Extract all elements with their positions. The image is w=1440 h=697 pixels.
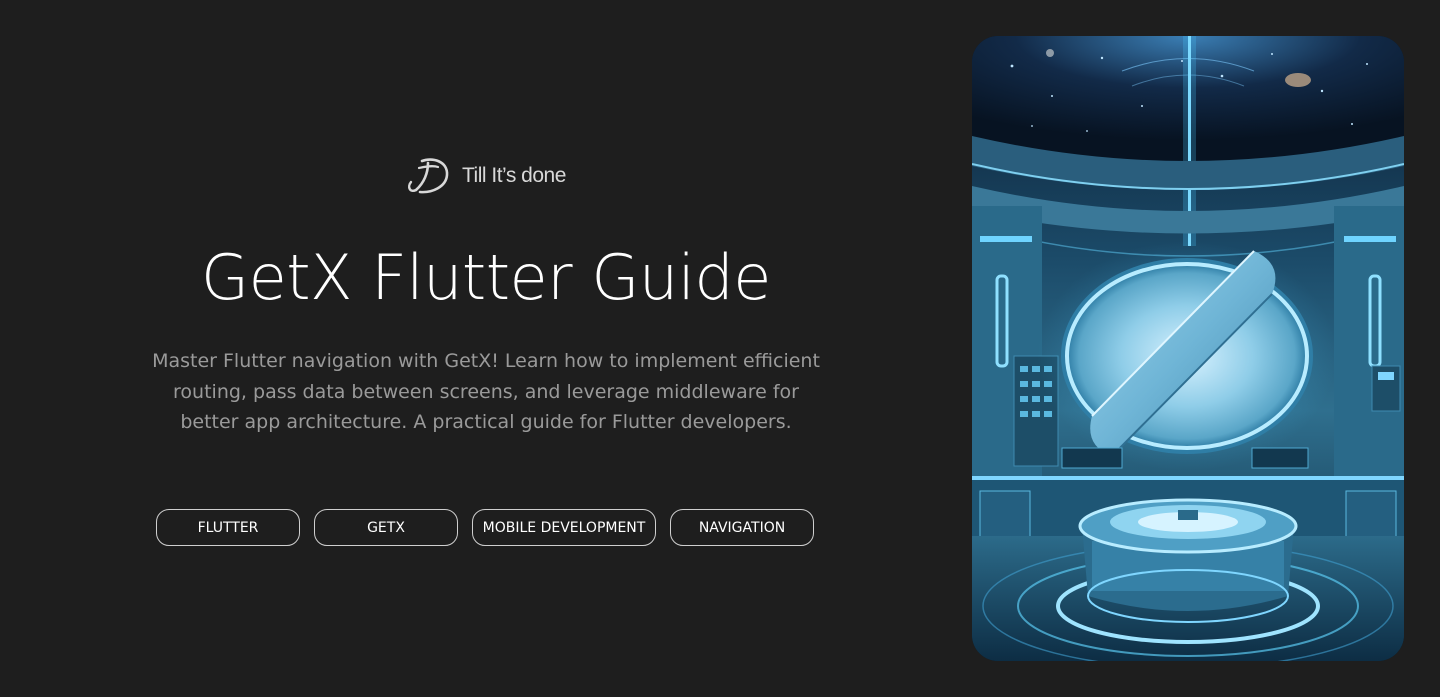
- hero-image: [972, 36, 1404, 661]
- signature-d-logo-icon: [408, 158, 449, 194]
- page: Till It’s done GetX Flutter Guide Master…: [0, 0, 1440, 697]
- tag-flutter[interactable]: FLUTTER: [156, 509, 300, 546]
- tag-navigation[interactable]: NAVIGATION: [670, 509, 814, 546]
- page-description: Master Flutter navigation with GetX! Lea…: [152, 350, 820, 433]
- page-title: GetX Flutter Guide: [201, 241, 771, 314]
- futuristic-circular-lab-icon: [972, 36, 1404, 661]
- hero-text-section: Till It’s done GetX Flutter Guide Master…: [0, 0, 972, 697]
- brand-link[interactable]: Till It’s done: [406, 155, 566, 197]
- tag-mobile-development[interactable]: MOBILE DEVELOPMENT: [472, 509, 656, 546]
- tag-list: FLUTTER GETX MOBILE DEVELOPMENT NAVIGATI…: [156, 509, 814, 546]
- tag-getx[interactable]: GETX: [314, 509, 458, 546]
- brand-name: Till It’s done: [462, 164, 566, 187]
